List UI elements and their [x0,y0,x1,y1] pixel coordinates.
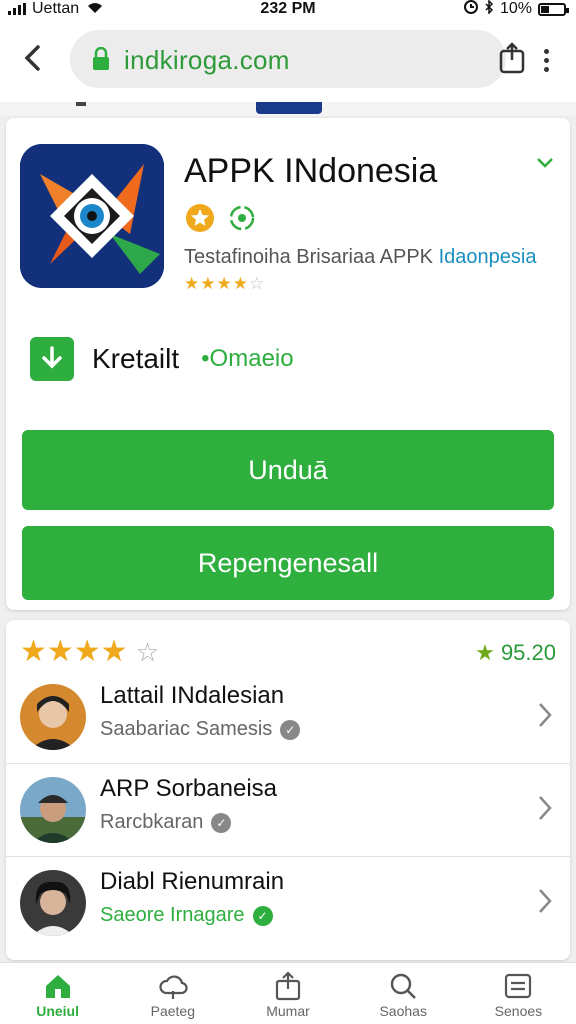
verified-icon: ✓ [280,719,301,740]
status-right: 10% [463,0,569,19]
share-icon [499,42,525,74]
reviewer-subtitle: Rarcbkaran ✓ [100,811,232,834]
chevron-down-icon[interactable] [536,156,554,174]
reviewer-subtitle-text: Saeore Irnagare [100,904,245,926]
review-row[interactable]: ARP Sorbaneisa Rarcbkaran ✓ [6,765,570,857]
cloud-icon [159,975,188,999]
nav-label: Paeteg [150,1003,195,1019]
app-logo-icon[interactable] [20,144,164,288]
reviews-stars: ★★★★ ☆ [20,634,159,669]
chevron-right-icon [538,702,552,733]
reviewer-name: Lattail INdalesian [100,682,285,709]
nav-label: Uneiul [36,1003,79,1019]
app-rating: ★★★★☆ [184,274,265,294]
avatar [20,684,86,750]
reviews-card: ★★★★ ☆ ★ 95.20 Lattail INdalesian Saabar… [6,620,570,960]
download-label: Kretailt [92,343,180,374]
review-row[interactable]: Diabl Rienumrain Saeore Irnagare ✓ [6,858,570,950]
overflow-menu-button[interactable] [534,40,558,80]
browser-toolbar: indkiroga.com [0,18,576,102]
star-badge-icon [184,202,216,239]
bluetooth-icon [484,0,494,19]
reviewer-subtitle: Saeore Irnagare ✓ [100,904,273,927]
score-value: 95.20 [500,640,556,665]
subtitle-link[interactable]: Idaonpesia [439,246,537,268]
reviewer-subtitle-text: Rarcbkaran [100,811,204,833]
alarm-icon [463,0,478,19]
status-bar: Uettan 232 PM 10% [0,0,576,18]
sync-icon [226,202,258,239]
share-icon [275,971,301,1001]
avatar [20,777,86,843]
url-text: indkiroga.com [124,45,290,75]
home-icon [45,975,70,998]
chevron-right-icon [538,888,552,919]
battery-percent: 10% [499,0,532,17]
nav-label: Senoes [494,1003,543,1019]
nav-search[interactable]: Saohas [346,963,461,1024]
download-button[interactable]: Unduā [22,430,554,510]
app-title: APPK INdonesia [184,152,438,190]
reviews-score: ★ 95.20 [475,640,556,666]
download-icon [30,337,74,381]
download-info-row: Kretailt •Omaeio [30,336,294,382]
star-outline-icon: ☆ [135,637,160,667]
lock-icon [92,46,110,76]
bottom-navigation: Uneiul Paeteg Mumar Saohas Senoes [0,962,576,1024]
reviewer-name: ARP Sorbaneisa [100,775,277,802]
nav-list[interactable]: Senoes [461,963,576,1024]
verified-icon: ✓ [252,905,273,926]
reviews-filled-stars: ★★★★ [20,635,128,668]
battery-icon [538,2,569,16]
nav-cloud[interactable]: Paeteg [115,963,230,1024]
nav-label: Saohas [379,1003,427,1019]
share-button[interactable] [494,40,530,76]
app-subtitle: Testafinoiha Brisariaa APPK Idaonpesia [184,246,536,269]
nav-label: Mumar [266,1003,310,1019]
back-arrow-icon [24,45,40,71]
back-button[interactable] [14,40,50,76]
nav-home[interactable]: Uneiul [0,963,115,1024]
scrolled-content-edge [0,102,576,116]
rating-empty-star: ☆ [248,274,266,293]
nav-share[interactable]: Mumar [230,963,345,1024]
review-row[interactable]: Lattail INdalesian Saabariac Samesis ✓ [6,672,570,764]
app-card: APPK INdonesia Testafinoiha Brisariaa AP… [6,118,570,610]
download-tag: •Omaeio [201,345,294,372]
verified-icon: ✓ [211,812,232,833]
reviewer-subtitle: Saabariac Samesis ✓ [100,718,301,741]
reviewer-subtitle-text: Saabariac Samesis [100,718,273,740]
avatar [20,870,86,936]
search-icon [391,973,417,999]
address-bar[interactable]: indkiroga.com [70,30,506,88]
subtitle-text: Testafinoiha Brisariaa APPK [184,246,434,268]
chevron-right-icon [538,795,552,826]
reviewer-name: Diabl Rienumrain [100,868,285,895]
rating-stars: ★★★★ [184,274,249,293]
list-icon [505,973,532,999]
secondary-button[interactable]: Repengenesall [22,526,554,600]
score-star-icon: ★ [475,640,495,665]
